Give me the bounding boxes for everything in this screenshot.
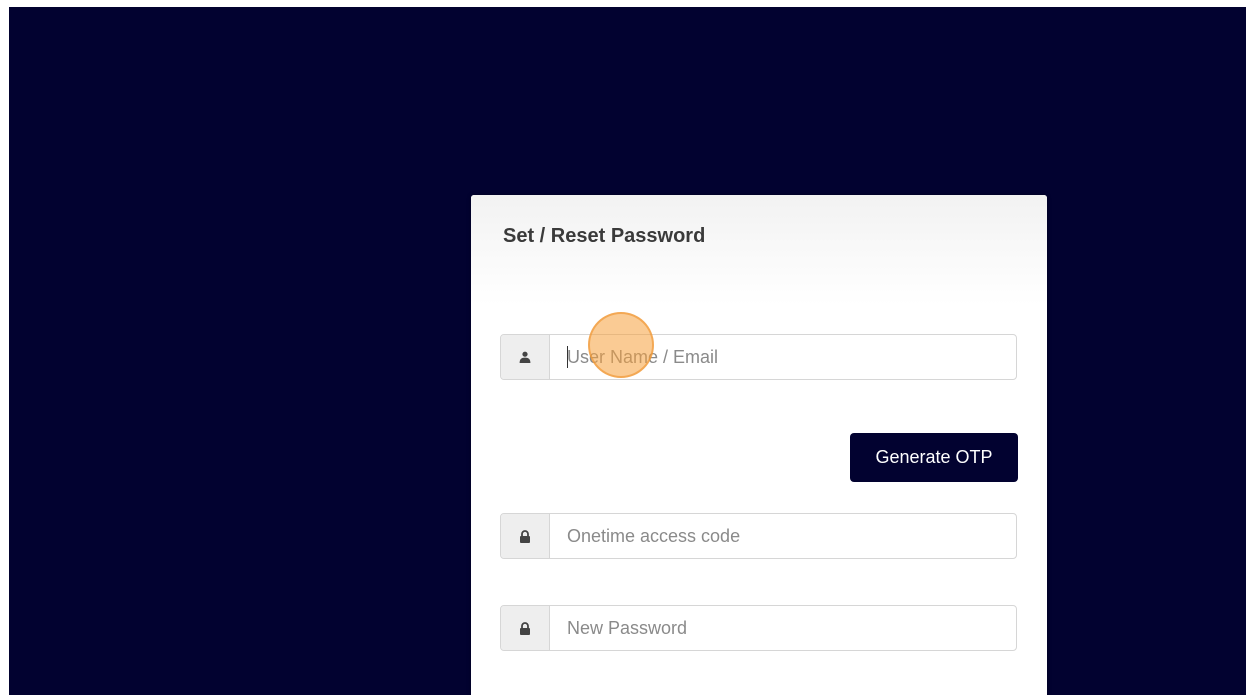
otp-input[interactable]	[550, 514, 1016, 558]
lock-icon	[501, 606, 550, 650]
card-header: Set / Reset Password	[471, 195, 1047, 305]
generate-otp-button[interactable]: Generate OTP	[850, 433, 1018, 482]
user-icon	[501, 335, 550, 379]
reset-password-card: Set / Reset Password Generate OTP	[471, 195, 1047, 695]
new-password-input[interactable]	[550, 606, 1016, 650]
page-title: Set / Reset Password	[503, 225, 706, 247]
username-input-group	[500, 334, 1017, 380]
otp-input-group	[500, 513, 1017, 559]
page-background: Set / Reset Password Generate OTP	[9, 7, 1246, 695]
lock-icon	[501, 514, 550, 558]
username-input[interactable]	[550, 335, 1016, 379]
new-password-input-group	[500, 605, 1017, 651]
